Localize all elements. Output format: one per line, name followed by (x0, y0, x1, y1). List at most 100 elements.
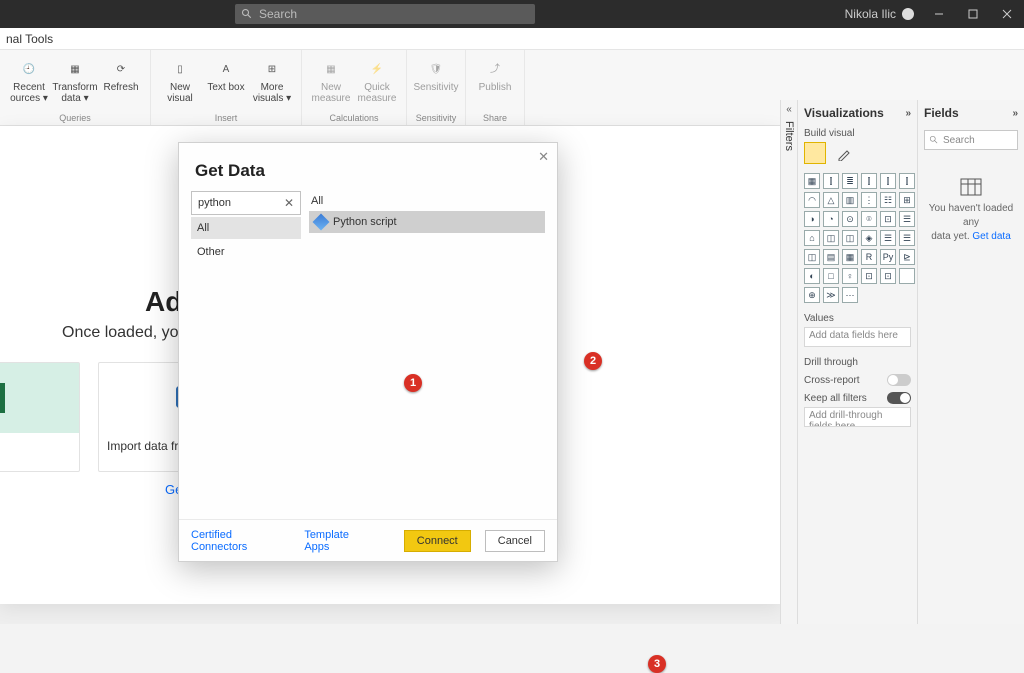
viz-type-13[interactable]: ◔ (823, 211, 839, 227)
viz-type-18[interactable]: ⌂ (804, 230, 820, 246)
category-all[interactable]: All (191, 217, 301, 239)
maximize-button[interactable] (956, 0, 990, 28)
dialog-title: Get Data (179, 143, 557, 191)
keep-filters-toggle[interactable] (887, 392, 911, 404)
viz-type-0[interactable]: ▦ (804, 173, 820, 189)
viz-type-9[interactable]: ⋮ (861, 192, 877, 208)
visualizations-panel: Visualizations» Build visual ▦⫿≣⫿⫿⫿◠△▥⋮☷… (798, 100, 918, 624)
cancel-button[interactable]: Cancel (485, 530, 545, 552)
user-name: Nikola Ilic (845, 7, 896, 21)
viz-type-11[interactable]: ⊞ (899, 192, 915, 208)
viz-type-30[interactable]: ◐ (804, 268, 820, 284)
annotation-badge-1: 1 (404, 374, 422, 392)
fields-search[interactable]: Search (924, 130, 1018, 150)
ribbon-group-share: ⤴Publish Share (466, 50, 525, 125)
viz-type-16[interactable]: ⊡ (880, 211, 896, 227)
sensitivity-button: 🛡Sensitivity (413, 52, 459, 93)
viz-type-17[interactable]: ☰ (899, 211, 915, 227)
new-measure-button: ▦New measure (308, 52, 354, 104)
viz-type-24[interactable]: ◫ (804, 249, 820, 265)
viz-type-8[interactable]: ▥ (842, 192, 858, 208)
viz-type-14[interactable]: ⊙ (842, 211, 858, 227)
search-icon (929, 135, 939, 145)
refresh-button[interactable]: ⟳Refresh (98, 52, 144, 104)
viz-type-15[interactable]: ⌾ (861, 211, 877, 227)
text-box-button[interactable]: AText box (203, 52, 249, 104)
python-connector-icon (313, 214, 330, 231)
viz-type-34[interactable]: ⊡ (880, 268, 896, 284)
viz-type-28[interactable]: Py (880, 249, 896, 265)
table-icon (960, 178, 982, 196)
viz-type-37[interactable]: ≫ (823, 287, 839, 303)
viz-type-7[interactable]: △ (823, 192, 839, 208)
connector-search-input[interactable]: python ✕ (191, 191, 301, 215)
annotation-badge-3: 3 (648, 655, 666, 673)
title-bar: Search Nikola Ilic (0, 0, 1024, 28)
viz-type-27[interactable]: R (861, 249, 877, 265)
format-visual-tab[interactable] (834, 142, 856, 164)
ribbon-tab-external-tools[interactable]: nal Tools (0, 28, 1024, 50)
viz-type-35[interactable] (899, 268, 915, 284)
viz-type-1[interactable]: ⫿ (823, 173, 839, 189)
filters-panel-collapsed[interactable]: « Filters (780, 100, 798, 624)
close-dialog-button[interactable]: ✕ (538, 149, 549, 165)
viz-type-2[interactable]: ≣ (842, 173, 858, 189)
category-other[interactable]: Other (191, 241, 301, 263)
viz-type-12[interactable]: ◑ (804, 211, 820, 227)
right-panels: « Filters Visualizations» Build visual ▦… (780, 100, 1024, 624)
connector-python-script[interactable]: Python script (309, 211, 545, 233)
welcome-subtitle: Once loaded, yo (62, 324, 179, 342)
import-excel-card[interactable]: X from Excel (0, 362, 80, 472)
welcome-title: Ad (145, 286, 182, 318)
values-drop-zone[interactable]: Add data fields here (804, 327, 911, 347)
template-apps-link[interactable]: Template Apps (304, 529, 375, 553)
global-search[interactable]: Search (235, 4, 535, 24)
ribbon-group-sensitivity: 🛡Sensitivity Sensitivity (407, 50, 466, 125)
get-data-link[interactable]: Get data (972, 231, 1010, 242)
fields-panel: Fields» Search You haven't loaded any da… (918, 100, 1024, 624)
viz-type-3[interactable]: ⫿ (861, 173, 877, 189)
ribbon-group-queries: 🕘Recent ources ▾ ▦Transform data ▾ ⟳Refr… (0, 50, 151, 125)
close-window-button[interactable] (990, 0, 1024, 28)
viz-type-19[interactable]: ◫ (823, 230, 839, 246)
transform-data-button[interactable]: ▦Transform data ▾ (52, 52, 98, 104)
viz-type-33[interactable]: ⊡ (861, 268, 877, 284)
build-visual-tab[interactable] (804, 142, 826, 164)
recent-sources-button[interactable]: 🕘Recent ources ▾ (6, 52, 52, 104)
viz-type-10[interactable]: ☷ (880, 192, 896, 208)
connect-button[interactable]: Connect (404, 530, 471, 552)
viz-type-22[interactable]: ☰ (880, 230, 896, 246)
viz-type-5[interactable]: ⫿ (899, 173, 915, 189)
viz-type-29[interactable]: ⊵ (899, 249, 915, 265)
cross-report-toggle[interactable] (887, 374, 911, 386)
ribbon-group-insert: ▯New visual AText box ⊞More visuals ▾ In… (151, 50, 302, 125)
more-visuals-button[interactable]: ⊞More visuals ▾ (249, 52, 295, 104)
get-data-dialog: ✕ Get Data python ✕ All Other All Python… (178, 142, 558, 562)
new-visual-button[interactable]: ▯New visual (157, 52, 203, 104)
annotation-badge-2: 2 (584, 352, 602, 370)
chevron-right-icon[interactable]: » (905, 108, 911, 119)
chevron-left-icon: « (786, 104, 792, 115)
certified-connectors-link[interactable]: Certified Connectors (191, 529, 290, 553)
minimize-button[interactable] (922, 0, 956, 28)
viz-type-26[interactable]: ▦ (842, 249, 858, 265)
fields-empty-state: You haven't loaded any data yet. Get dat… (924, 178, 1018, 244)
global-search-placeholder: Search (259, 7, 297, 21)
viz-type-20[interactable]: ◫ (842, 230, 858, 246)
user-account[interactable]: Nikola Ilic (845, 7, 914, 21)
drillthrough-drop-zone[interactable]: Add drill-through fields here (804, 407, 911, 427)
viz-type-31[interactable]: □ (823, 268, 839, 284)
viz-type-21[interactable]: ◈ (861, 230, 877, 246)
chevron-right-icon[interactable]: » (1012, 108, 1018, 119)
user-avatar (902, 8, 914, 20)
viz-type-36[interactable]: ⊕ (804, 287, 820, 303)
viz-type-6[interactable]: ◠ (804, 192, 820, 208)
viz-type-38[interactable]: ⋯ (842, 287, 858, 303)
viz-type-4[interactable]: ⫿ (880, 173, 896, 189)
viz-type-25[interactable]: ▤ (823, 249, 839, 265)
publish-button: ⤴Publish (472, 52, 518, 93)
viz-type-32[interactable]: ♀ (842, 268, 858, 284)
viz-type-23[interactable]: ☰ (899, 230, 915, 246)
clear-search-icon[interactable]: ✕ (284, 196, 294, 210)
search-icon (241, 8, 253, 20)
